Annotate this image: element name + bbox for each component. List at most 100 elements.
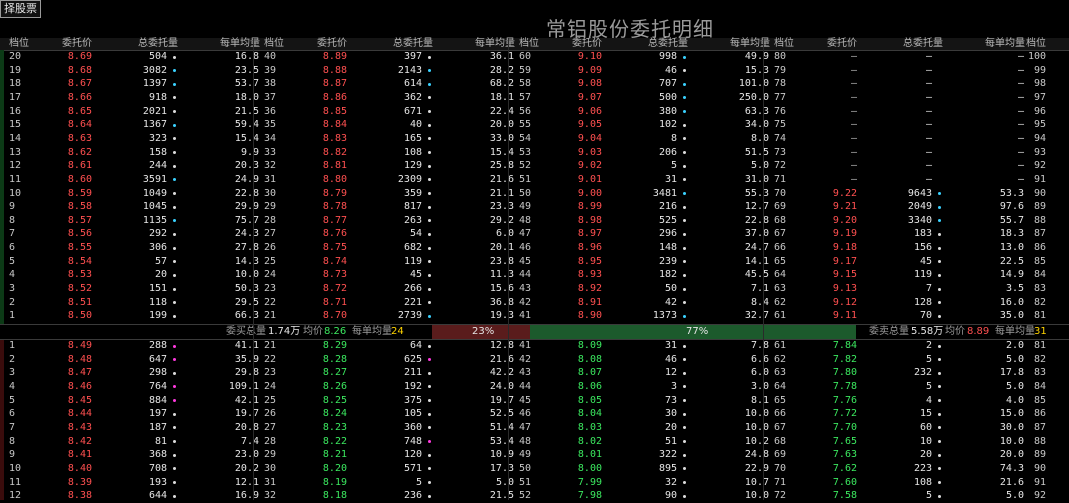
price-cell: 8.38 bbox=[67, 490, 92, 502]
level-cell: 70 bbox=[774, 462, 787, 474]
buy-total-value: 1.74万 bbox=[268, 326, 301, 337]
price-cell: 8.90 bbox=[577, 310, 602, 322]
avg-volume-cell: 10.9 bbox=[489, 449, 514, 461]
avg-volume-cell: 63.3 bbox=[744, 105, 769, 117]
level-cell: 95 bbox=[1033, 119, 1046, 131]
total-volume-cell: 50 bbox=[664, 283, 677, 295]
order-size-dot-icon bbox=[428, 440, 431, 444]
level-cell: 30 bbox=[264, 187, 277, 199]
level-cell: 92 bbox=[1033, 490, 1046, 502]
avg-volume-cell: 22.8 bbox=[744, 214, 769, 226]
column-divider bbox=[508, 38, 509, 500]
avg-volume-cell: 5.0 bbox=[495, 476, 514, 488]
level-cell: 12 bbox=[9, 490, 22, 502]
price-cell: 7.70 bbox=[832, 421, 857, 433]
price-cell: 9.17 bbox=[832, 255, 857, 267]
order-size-dot-icon bbox=[938, 358, 941, 362]
total-volume-cell: 192 bbox=[403, 380, 422, 392]
price-cell: 7.65 bbox=[832, 435, 857, 447]
column-header-avg: 每单均量 bbox=[475, 38, 515, 49]
avg-volume-cell: 14.1 bbox=[744, 255, 769, 267]
level-cell: 37 bbox=[264, 91, 277, 103]
level-cell: 32 bbox=[264, 490, 277, 502]
level-cell: 83 bbox=[1033, 367, 1046, 379]
total-volume-cell: 108 bbox=[913, 476, 932, 488]
level-cell: 72 bbox=[774, 160, 787, 172]
level-cell: 73 bbox=[774, 146, 787, 158]
avg-volume-cell: 11.3 bbox=[489, 269, 514, 281]
total-volume-cell: 3082 bbox=[142, 64, 167, 76]
order-size-dot-icon bbox=[938, 273, 941, 277]
level-cell: 86 bbox=[1033, 408, 1046, 420]
total-volume-cell: 20 bbox=[154, 269, 167, 281]
level-cell: 51 bbox=[519, 476, 532, 488]
avg-volume-cell: 8.0 bbox=[750, 132, 769, 144]
total-volume-cell: 3 bbox=[670, 380, 677, 392]
avg-volume-cell: 53.3 bbox=[999, 187, 1024, 199]
avg-volume-cell: 21.6 bbox=[489, 353, 514, 365]
order-size-dot-icon bbox=[938, 399, 941, 403]
order-size-dot-icon bbox=[683, 55, 686, 59]
level-cell: 61 bbox=[774, 310, 787, 322]
avg-volume-cell: 53.7 bbox=[234, 78, 259, 90]
order-size-dot-icon bbox=[683, 344, 686, 348]
level-cell: 90 bbox=[1033, 187, 1046, 199]
avg-volume-cell: 45.5 bbox=[744, 269, 769, 281]
level-cell: 45 bbox=[519, 255, 532, 267]
avg-volume-cell: 5.0 bbox=[1005, 353, 1024, 365]
level-cell: 72 bbox=[774, 490, 787, 502]
order-size-dot-icon bbox=[938, 301, 941, 305]
level-cell: 26 bbox=[264, 408, 277, 420]
avg-volume-cell: 37.0 bbox=[744, 228, 769, 240]
order-size-dot-icon bbox=[428, 412, 431, 416]
price-cell: 7.62 bbox=[832, 462, 857, 474]
level-cell: 48 bbox=[519, 214, 532, 226]
level-cell: 40 bbox=[264, 51, 277, 62]
price-cell: 8.18 bbox=[322, 490, 347, 502]
level-cell: 100 bbox=[1027, 51, 1046, 62]
buy-total-label: 委买总量 bbox=[226, 326, 266, 337]
level-cell: 9 bbox=[9, 449, 16, 461]
level-cell: 4 bbox=[9, 269, 16, 281]
order-size-dot-icon bbox=[428, 178, 431, 182]
price-cell: 9.21 bbox=[832, 201, 857, 213]
total-volume-cell: 306 bbox=[148, 242, 167, 254]
level-cell: 12 bbox=[9, 160, 22, 172]
price-cell: 8.40 bbox=[67, 462, 92, 474]
level-cell: 3 bbox=[9, 283, 16, 295]
avg-volume-cell: 20.0 bbox=[489, 119, 514, 131]
price-cell: 8.47 bbox=[67, 367, 92, 379]
price-cell: 8.77 bbox=[322, 214, 347, 226]
level-cell: 34 bbox=[264, 132, 277, 144]
avg-volume-cell: 14.9 bbox=[999, 269, 1024, 281]
price-cell: 8.64 bbox=[67, 119, 92, 131]
total-volume-cell: 211 bbox=[403, 367, 422, 379]
price-cell: 8.74 bbox=[322, 255, 347, 267]
order-size-dot-icon bbox=[173, 219, 176, 223]
total-volume-cell: 158 bbox=[148, 146, 167, 158]
price-cell: 8.60 bbox=[67, 173, 92, 185]
price-cell: 8.00 bbox=[577, 462, 602, 474]
order-size-dot-icon bbox=[173, 55, 176, 59]
level-cell: 89 bbox=[1033, 201, 1046, 213]
level-cell: 48 bbox=[519, 435, 532, 447]
level-cell: 66 bbox=[774, 242, 787, 254]
avg-volume-cell: 15.3 bbox=[744, 64, 769, 76]
avg-volume-cell: 109.1 bbox=[228, 380, 259, 392]
select-stock-button[interactable]: 择股票 bbox=[0, 0, 41, 18]
order-size-dot-icon bbox=[428, 110, 431, 114]
total-volume-cell: 244 bbox=[148, 160, 167, 172]
price-cell: 7.58 bbox=[832, 490, 857, 502]
avg-volume-cell: 22.4 bbox=[489, 105, 514, 117]
column-divider bbox=[763, 38, 764, 500]
level-cell: 69 bbox=[774, 449, 787, 461]
price-cell: 7.84 bbox=[832, 340, 857, 351]
total-volume-cell: 4 bbox=[925, 394, 932, 406]
order-size-dot-icon bbox=[683, 453, 686, 457]
price-cell: 8.02 bbox=[577, 435, 602, 447]
total-volume-cell: 884 bbox=[148, 394, 167, 406]
total-volume-cell: 380 bbox=[658, 105, 677, 117]
price-cell: 8.85 bbox=[322, 105, 347, 117]
avg-volume-cell: 18.3 bbox=[999, 228, 1024, 240]
price-cell: 7.99 bbox=[577, 476, 602, 488]
